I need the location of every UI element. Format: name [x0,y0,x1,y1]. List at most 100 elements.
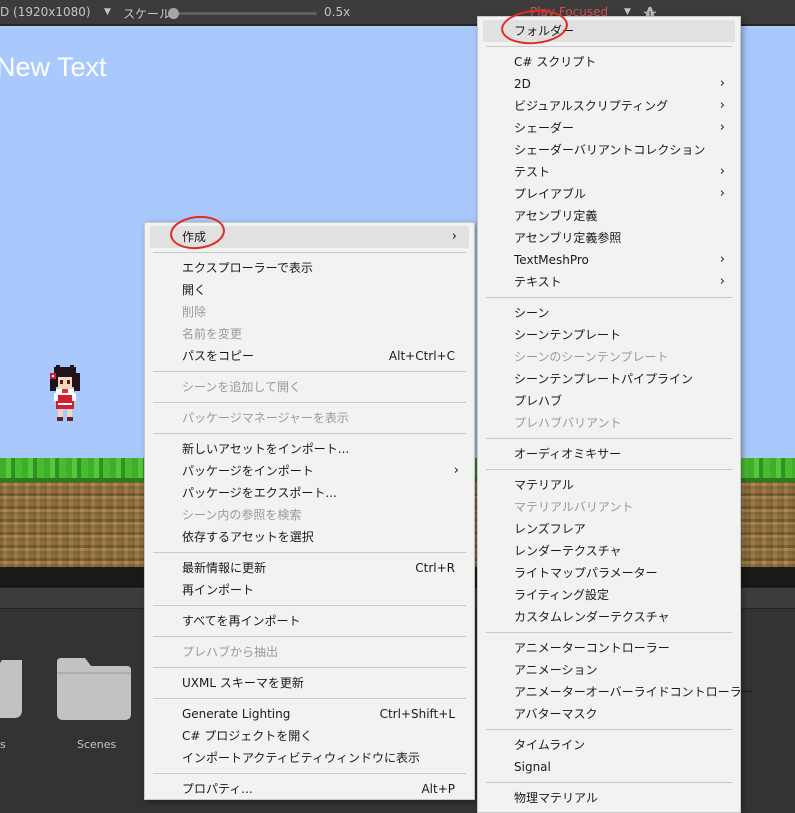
menu-item[interactable]: Generate Lighting Ctrl+Shift+L [148,703,471,725]
menu-item[interactable]: Signal [481,756,737,778]
menu-item[interactable]: UXML スキーマを更新 [148,672,471,694]
menu-separator [145,663,474,672]
menu-item[interactable]: ビジュアルスクリプティング › [481,95,737,117]
menu-item[interactable]: カスタムレンダーテクスチャ [481,606,737,628]
menu-separator [145,694,474,703]
menu-item[interactable]: 2D › [481,73,737,95]
menu-item[interactable]: プロパティ... Alt+P [148,778,471,800]
menu-item[interactable]: インポートアクティビティウィンドウに表示 [148,747,471,769]
menu-item[interactable]: パッケージをエクスポート... [148,482,471,504]
menu-item[interactable]: 依存するアセットを選択 [148,526,471,548]
folder-icon[interactable] [57,658,131,720]
menu-item-label: すべてを再インポート [182,614,301,628]
menu-item-label: 名前を変更 [182,327,243,341]
menu-item-label: シーンテンプレート [514,328,622,342]
menu-item-label: プレハブから抽出 [182,645,279,659]
menu-item[interactable]: シェーダーバリアントコレクション [481,139,737,161]
chevron-right-icon: › [451,229,457,244]
menu-item[interactable]: プレハブ [481,390,737,412]
menu-item[interactable]: アニメーターコントローラー [481,637,737,659]
menu-item-label: タイムライン [514,738,586,752]
menu-item[interactable]: オーディオミキサー [481,443,737,465]
menu-item[interactable]: パスをコピー Alt+Ctrl+C [148,345,471,367]
menu-item-label: 新しいアセットをインポート... [182,442,350,456]
menu-item[interactable]: TextMeshPro › [481,249,737,271]
menu-item[interactable]: アバターマスク [481,703,737,725]
menu-item[interactable]: すべてを再インポート [148,610,471,632]
menu-item[interactable]: アニメーション [481,659,737,681]
menu-item[interactable]: ライトマップパラメーター [481,562,737,584]
chevron-right-icon: › [719,252,725,267]
menu-item-label: マテリアルバリアント [514,500,634,514]
folder-label[interactable]: Scenes [77,738,116,751]
menu-item-label: エクスプローラーで表示 [182,261,313,275]
menu-separator [478,42,740,51]
resolution-dropdown[interactable]: D (1920x1080) [0,5,91,19]
menu-item-label: インポートアクティビティウィンドウに表示 [182,751,420,765]
scale-label: スケール [123,7,172,21]
menu-item-shortcut: Ctrl+Shift+L [379,707,455,721]
menu-item-label: プレハブ [514,394,563,408]
menu-item[interactable]: アセンブリ定義 [481,205,737,227]
menu-item-label: C# スクリプト [514,55,597,69]
menu-item[interactable]: エクスプローラーで表示 [148,257,471,279]
menu-item: シーン内の参照を検索 [148,504,471,526]
menu-item: プレハブバリアント [481,412,737,434]
menu-item[interactable]: マテリアル [481,474,737,496]
menu-item-label: 依存するアセットを選択 [182,530,314,544]
menu-item-label: レンダーテクスチャ [514,544,622,558]
menu-item[interactable]: ライティング設定 [481,584,737,606]
menu-item[interactable]: C# プロジェクトを開く [148,725,471,747]
menu-item[interactable]: 開く [148,279,471,301]
menu-item[interactable]: C# スクリプト [481,51,737,73]
menu-item[interactable]: レンダーテクスチャ [481,540,737,562]
menu-item-label: シーン内の参照を検索 [182,508,302,522]
menu-item[interactable]: 新しいアセットをインポート... [148,438,471,460]
menu-item-shortcut: Alt+Ctrl+C [388,349,455,363]
menu-item-label: レンズフレア [514,522,586,536]
menu-item[interactable]: レンズフレア [481,518,737,540]
menu-item[interactable]: シーンテンプレートパイプライン [481,368,737,390]
menu-item[interactable]: テキスト › [481,271,737,293]
chevron-down-icon[interactable]: ▼ [104,7,111,17]
menu-separator [145,632,474,641]
menu-item[interactable]: アニメーターオーバーライドコントローラー [481,681,754,703]
character-sprite [50,365,80,421]
menu-item[interactable]: シーンテンプレート [481,324,737,346]
menu-item[interactable]: テスト › [481,161,737,183]
menu-item-label: シェーダー [514,121,575,135]
menu-item[interactable]: パッケージをインポート › [148,460,471,482]
menu-item-shortcut: Ctrl+R [415,561,455,575]
menu-item[interactable]: シーン [481,302,737,324]
menu-item-label: プレイアブル [514,187,587,201]
menu-item-label: アバターマスク [514,707,598,721]
menu-item[interactable]: 物理マテリアル [481,787,737,809]
menu-item-label: アニメーターコントローラー [514,641,670,655]
scene-text: New Text [0,52,107,82]
menu-item[interactable]: タイムライン [481,734,737,756]
chevron-right-icon: › [719,274,725,289]
chevron-right-icon: › [719,186,725,201]
menu-item-label: パッケージをエクスポート... [182,486,337,500]
folder-label[interactable]: s [0,738,6,751]
scale-slider-handle[interactable] [167,8,179,19]
menu-separator [145,248,474,257]
menu-item-label: カスタムレンダーテクスチャ [514,610,670,624]
scale-slider[interactable] [172,12,317,15]
menu-item-label: シーンを追加して開く [182,380,302,394]
folder-icon[interactable] [0,660,22,718]
chevron-right-icon: › [453,463,459,478]
menu-item[interactable]: シェーダー › [481,117,737,139]
menu-item[interactable]: 最新情報に更新 Ctrl+R [148,557,471,579]
menu-separator [145,769,474,778]
menu-item-label: 最新情報に更新 [182,561,267,575]
menu-item-label: C# プロジェクトを開く [182,729,313,743]
menu-separator [478,628,740,637]
menu-item-label: ライティング設定 [514,588,610,602]
menu-item-label: シェーダーバリアントコレクション [514,143,706,157]
menu-item-label: パッケージをインポート [182,464,314,478]
menu-item[interactable]: 再インポート [148,579,471,601]
menu-item[interactable]: アセンブリ定義参照 [481,227,737,249]
menu-item[interactable]: プレイアブル › [481,183,737,205]
menu-separator [478,465,740,474]
